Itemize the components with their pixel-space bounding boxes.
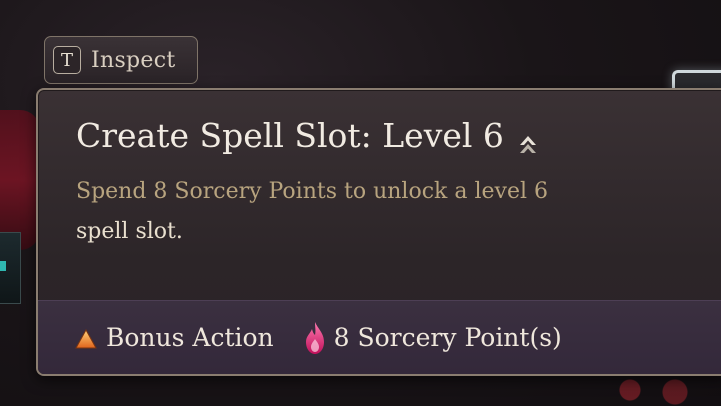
cost-bonus-action: Bonus Action xyxy=(74,323,274,352)
spell-description: Spend 8 Sorcery Points to unlock a level… xyxy=(76,172,646,252)
keybind-badge: T xyxy=(53,46,81,74)
description-line-2: spell slot. xyxy=(76,219,183,244)
cost-footer: Bonus Action 8 Sorcery Point(s) xyxy=(38,300,721,374)
bonus-action-triangle-icon xyxy=(74,327,98,349)
upcast-chevron-icon xyxy=(518,125,538,153)
background-crimson-drape xyxy=(0,110,40,250)
spell-tooltip: Create Spell Slot: Level 6 Spend 8 Sorce… xyxy=(36,88,721,376)
sorcery-point-flame-icon xyxy=(304,321,326,355)
bonus-action-label: Bonus Action xyxy=(106,323,274,352)
tooltip-title-row: Create Spell Slot: Level 6 xyxy=(76,116,538,155)
cost-sorcery-points: 8 Sorcery Point(s) xyxy=(304,321,562,355)
inspect-label: Inspect xyxy=(91,47,176,73)
background-hotbar-slot xyxy=(0,232,21,304)
inspect-hint[interactable]: T Inspect xyxy=(44,36,198,84)
spell-title: Create Spell Slot: Level 6 xyxy=(76,116,504,155)
sorcery-points-label: 8 Sorcery Point(s) xyxy=(333,323,562,352)
description-line-1: Spend 8 Sorcery Points to unlock a level… xyxy=(76,179,548,204)
